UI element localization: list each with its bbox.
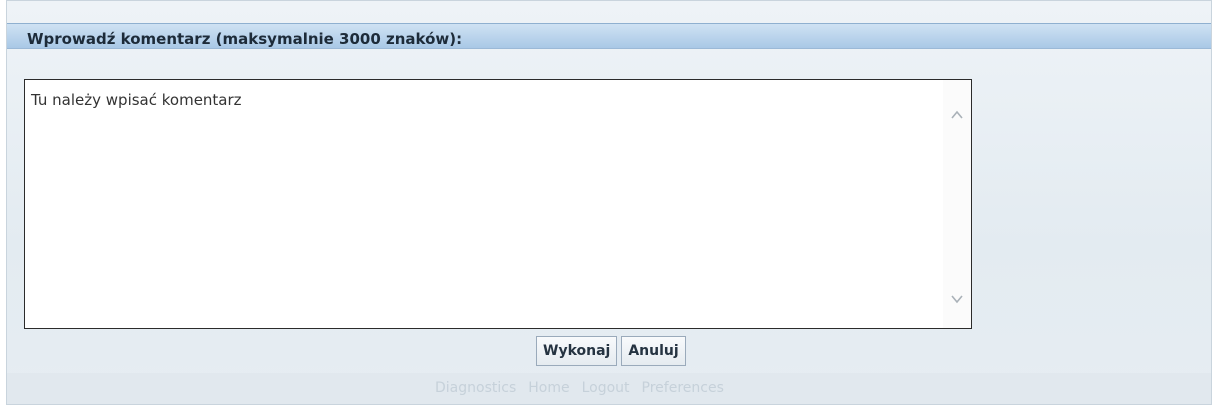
dialog-title: Wprowadź komentarz (maksymalnie 3000 zna… [27, 30, 463, 48]
dialog-buttons: Wykonaj Anuluj [536, 336, 686, 366]
footer-link-diagnostics[interactable]: Diagnostics [435, 380, 516, 396]
scrollbar[interactable] [943, 80, 971, 328]
comment-box: Tu należy wpisać komentarz [24, 79, 972, 329]
footer-link-home[interactable]: Home [528, 380, 569, 396]
app-frame: Wprowadź komentarz (maksymalnie 3000 zna… [6, 0, 1212, 405]
footer-link-preferences[interactable]: Preferences [642, 380, 724, 396]
chevron-up-icon[interactable] [950, 108, 964, 122]
dialog-header: Wprowadź komentarz (maksymalnie 3000 zna… [7, 23, 1211, 49]
footer-links: Diagnostics Home Logout Preferences [435, 380, 724, 396]
cancel-button[interactable]: Anuluj [621, 336, 686, 366]
footer-link-logout[interactable]: Logout [582, 380, 630, 396]
comment-textarea[interactable]: Tu należy wpisać komentarz [25, 80, 943, 328]
footer: Diagnostics Home Logout Preferences [7, 373, 1211, 404]
execute-button[interactable]: Wykonaj [536, 336, 618, 366]
chevron-down-icon[interactable] [950, 292, 964, 306]
